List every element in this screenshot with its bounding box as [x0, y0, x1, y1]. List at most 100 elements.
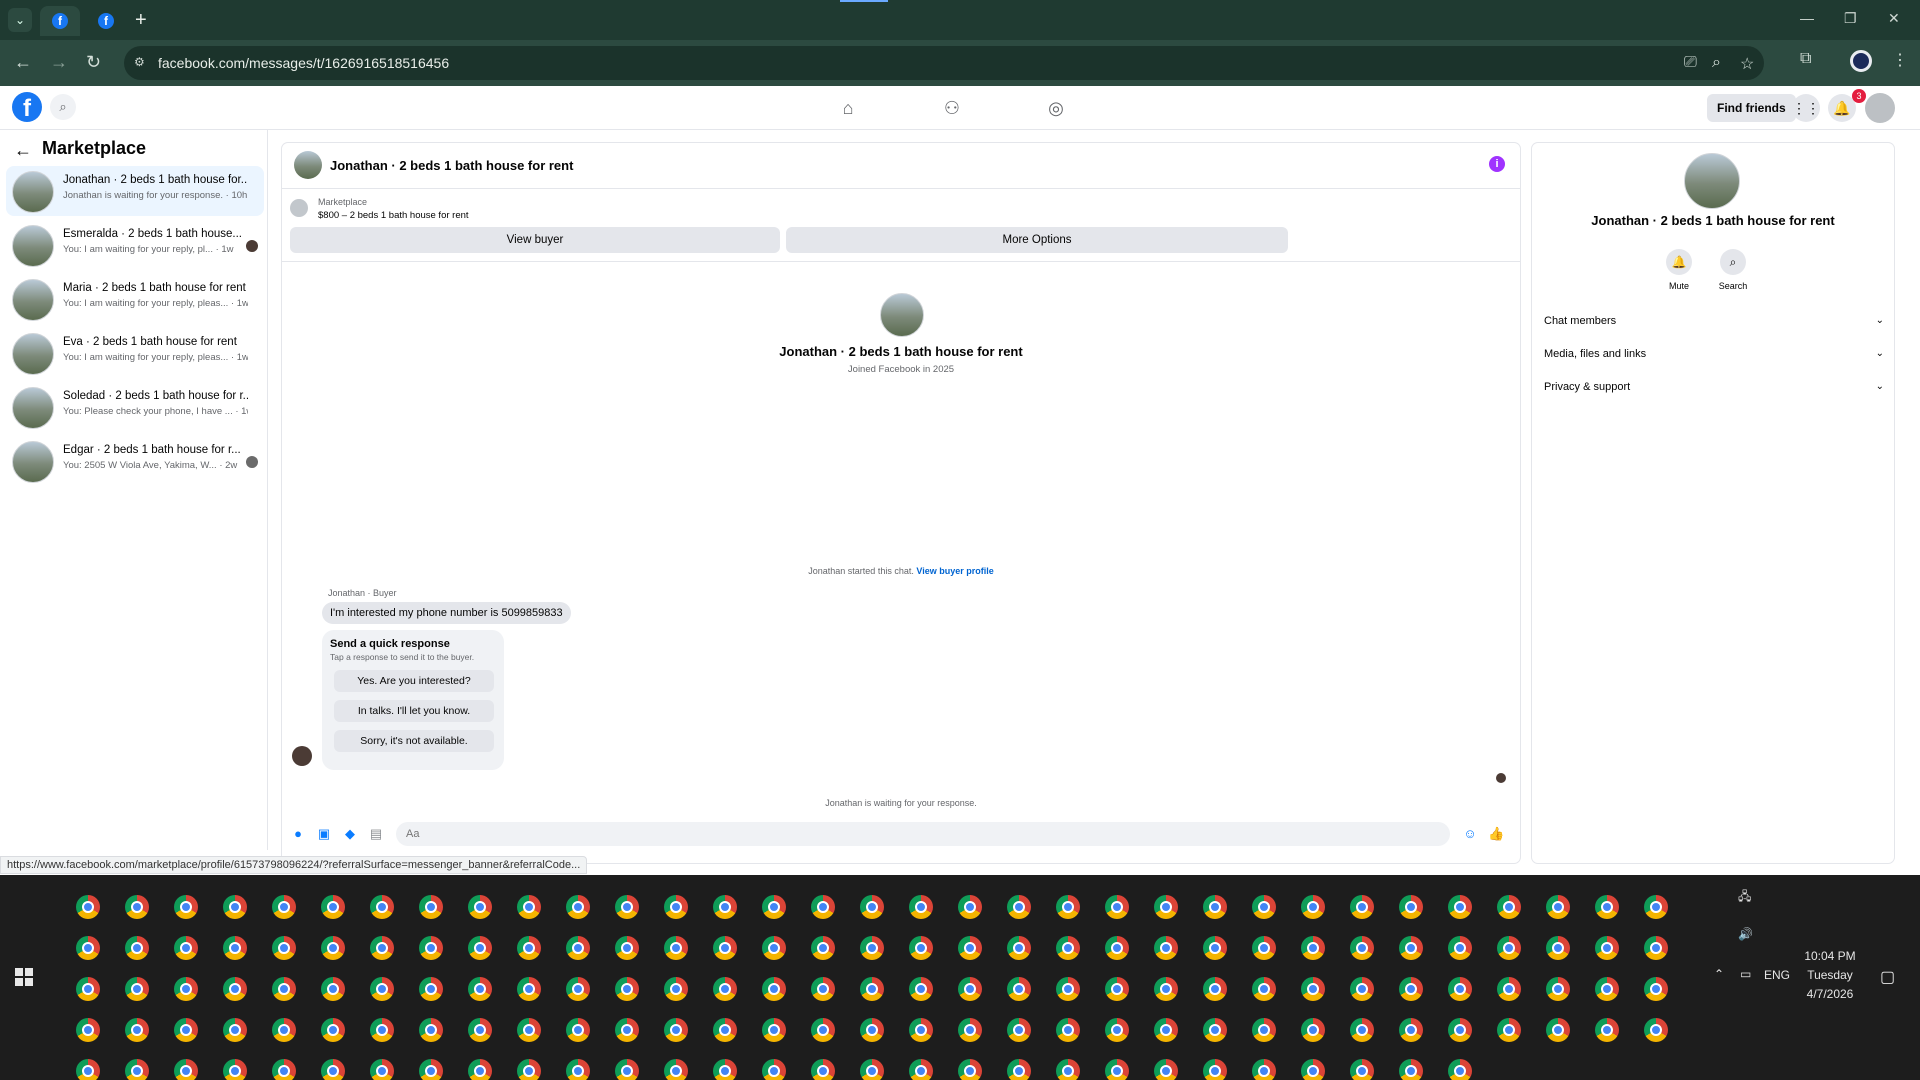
chrome-window-icon[interactable]: [174, 1059, 198, 1080]
chrome-window-icon[interactable]: [762, 895, 786, 919]
chrome-window-icon[interactable]: [1399, 1059, 1423, 1080]
chrome-window-icon[interactable]: [958, 895, 982, 919]
chrome-window-icon[interactable]: [468, 895, 492, 919]
chrome-window-icon[interactable]: [1644, 895, 1668, 919]
chrome-window-icon[interactable]: [1546, 1018, 1570, 1042]
chrome-window-icon[interactable]: [272, 936, 296, 960]
chrome-window-icon[interactable]: [1399, 977, 1423, 1001]
view-buyer-profile-link[interactable]: View buyer profile: [916, 566, 993, 576]
chrome-window-icon[interactable]: [174, 895, 198, 919]
chrome-window-icon[interactable]: [468, 936, 492, 960]
chrome-window-icon[interactable]: [1350, 1018, 1374, 1042]
chrome-window-icon[interactable]: [125, 936, 149, 960]
chrome-window-icon[interactable]: [1007, 1059, 1031, 1080]
buyer-avatar[interactable]: [292, 746, 312, 766]
conversation-item[interactable]: Edgar · 2 beds 1 bath house for r... You…: [6, 436, 264, 486]
chat-avatar[interactable]: [294, 151, 322, 179]
chrome-window-icon[interactable]: [762, 1059, 786, 1080]
site-info-icon[interactable]: ⚙: [134, 55, 150, 71]
chrome-window-icon[interactable]: [860, 977, 884, 1001]
chrome-window-icon[interactable]: [1154, 977, 1178, 1001]
chrome-window-icon[interactable]: [125, 977, 149, 1001]
chrome-window-icon[interactable]: [566, 977, 590, 1001]
reload-icon[interactable]: ↻: [86, 52, 101, 72]
chrome-window-icon[interactable]: [762, 977, 786, 1001]
privacy-support-row[interactable]: Privacy & support ⌄: [1544, 375, 1884, 399]
chrome-window-icon[interactable]: [419, 895, 443, 919]
chrome-window-icon[interactable]: [566, 1059, 590, 1080]
quick-reply-button[interactable]: In talks. I'll let you know.: [334, 700, 494, 722]
chrome-window-icon[interactable]: [860, 1059, 884, 1080]
home-icon[interactable]: ⌂: [836, 96, 860, 120]
chrome-window-icon[interactable]: [713, 1059, 737, 1080]
chrome-window-icon[interactable]: [125, 895, 149, 919]
chrome-window-icon[interactable]: [370, 936, 394, 960]
chrome-window-icon[interactable]: [321, 977, 345, 1001]
chrome-window-icon[interactable]: [664, 977, 688, 1001]
quick-reply-button[interactable]: Sorry, it's not available.: [334, 730, 494, 752]
tab-list-button[interactable]: ⌄: [8, 8, 32, 32]
clock-day[interactable]: Tuesday: [1790, 968, 1870, 982]
browser-tab-facebook-1[interactable]: f: [40, 6, 80, 36]
chrome-window-icon[interactable]: [1203, 1059, 1227, 1080]
chrome-window-icon[interactable]: [1497, 1018, 1521, 1042]
chrome-window-icon[interactable]: [321, 1059, 345, 1080]
chrome-window-icon[interactable]: [811, 1018, 835, 1042]
chrome-window-icon[interactable]: [76, 1059, 100, 1080]
chrome-window-icon[interactable]: [958, 1059, 982, 1080]
chrome-window-icon[interactable]: [76, 936, 100, 960]
chrome-window-icon[interactable]: [517, 895, 541, 919]
address-bar[interactable]: ⚙ facebook.com/messages/t/16269165185164…: [124, 46, 1764, 80]
chrome-window-icon[interactable]: [1252, 1059, 1276, 1080]
listing-price[interactable]: $800 – 2 beds 1 bath house for rent: [318, 210, 469, 221]
install-app-icon[interactable]: ⎚: [1684, 54, 1697, 72]
chrome-window-icon[interactable]: [1056, 977, 1080, 1001]
chrome-window-icon[interactable]: [860, 1018, 884, 1042]
chrome-window-icon[interactable]: [762, 1018, 786, 1042]
chrome-window-icon[interactable]: [468, 1059, 492, 1080]
chrome-window-icon[interactable]: [566, 1018, 590, 1042]
chrome-window-icon[interactable]: [909, 1018, 933, 1042]
chrome-window-icon[interactable]: [615, 977, 639, 1001]
conversation-item[interactable]: Eva · 2 beds 1 bath house for rent You: …: [6, 328, 264, 378]
chrome-window-icon[interactable]: [811, 895, 835, 919]
chrome-window-icon[interactable]: [713, 977, 737, 1001]
extensions-icon[interactable]: ⧉: [1800, 50, 1811, 68]
back-arrow-icon[interactable]: ←: [14, 140, 32, 161]
chrome-window-icon[interactable]: [223, 936, 247, 960]
chrome-window-icon[interactable]: [1252, 977, 1276, 1001]
chrome-window-icon[interactable]: [174, 977, 198, 1001]
chrome-window-icon[interactable]: [125, 1018, 149, 1042]
chrome-window-icon[interactable]: [1546, 977, 1570, 1001]
chrome-window-icon[interactable]: [958, 1018, 982, 1042]
chrome-window-icon[interactable]: [664, 936, 688, 960]
chrome-window-icon[interactable]: [76, 1018, 100, 1042]
account-avatar[interactable]: [1865, 93, 1895, 123]
chrome-window-icon[interactable]: [1203, 936, 1227, 960]
quick-reply-button[interactable]: Yes. Are you interested?: [334, 670, 494, 692]
chrome-window-icon[interactable]: [1448, 1018, 1472, 1042]
chrome-window-icon[interactable]: [174, 936, 198, 960]
chrome-window-icon[interactable]: [762, 936, 786, 960]
chrome-window-icon[interactable]: [713, 936, 737, 960]
gif-icon[interactable]: ▤: [368, 826, 384, 842]
back-icon[interactable]: ←: [14, 52, 32, 72]
chrome-window-icon[interactable]: [1301, 1018, 1325, 1042]
chrome-window-icon[interactable]: [615, 936, 639, 960]
chrome-window-icon[interactable]: [370, 977, 394, 1001]
network-icon[interactable]: 🖧: [1738, 887, 1751, 908]
chrome-window-icon[interactable]: [1105, 1018, 1129, 1042]
url-text[interactable]: facebook.com/messages/t/1626916518516456: [158, 55, 449, 71]
chrome-window-icon[interactable]: [272, 1059, 296, 1080]
chrome-window-icon[interactable]: [517, 936, 541, 960]
close-window-icon[interactable]: ✕: [1888, 10, 1900, 27]
chrome-window-icon[interactable]: [1056, 1018, 1080, 1042]
chrome-window-icon[interactable]: [1007, 977, 1031, 1001]
chrome-window-icon[interactable]: [272, 895, 296, 919]
chrome-window-icon[interactable]: [1056, 936, 1080, 960]
view-buyer-button[interactable]: View buyer: [290, 227, 780, 253]
conversation-item[interactable]: Maria · 2 beds 1 bath house for rent You…: [6, 274, 264, 324]
action-center-icon[interactable]: ▢: [1880, 967, 1895, 987]
windows-start-icon[interactable]: [15, 968, 33, 986]
chrome-window-icon[interactable]: [713, 1018, 737, 1042]
